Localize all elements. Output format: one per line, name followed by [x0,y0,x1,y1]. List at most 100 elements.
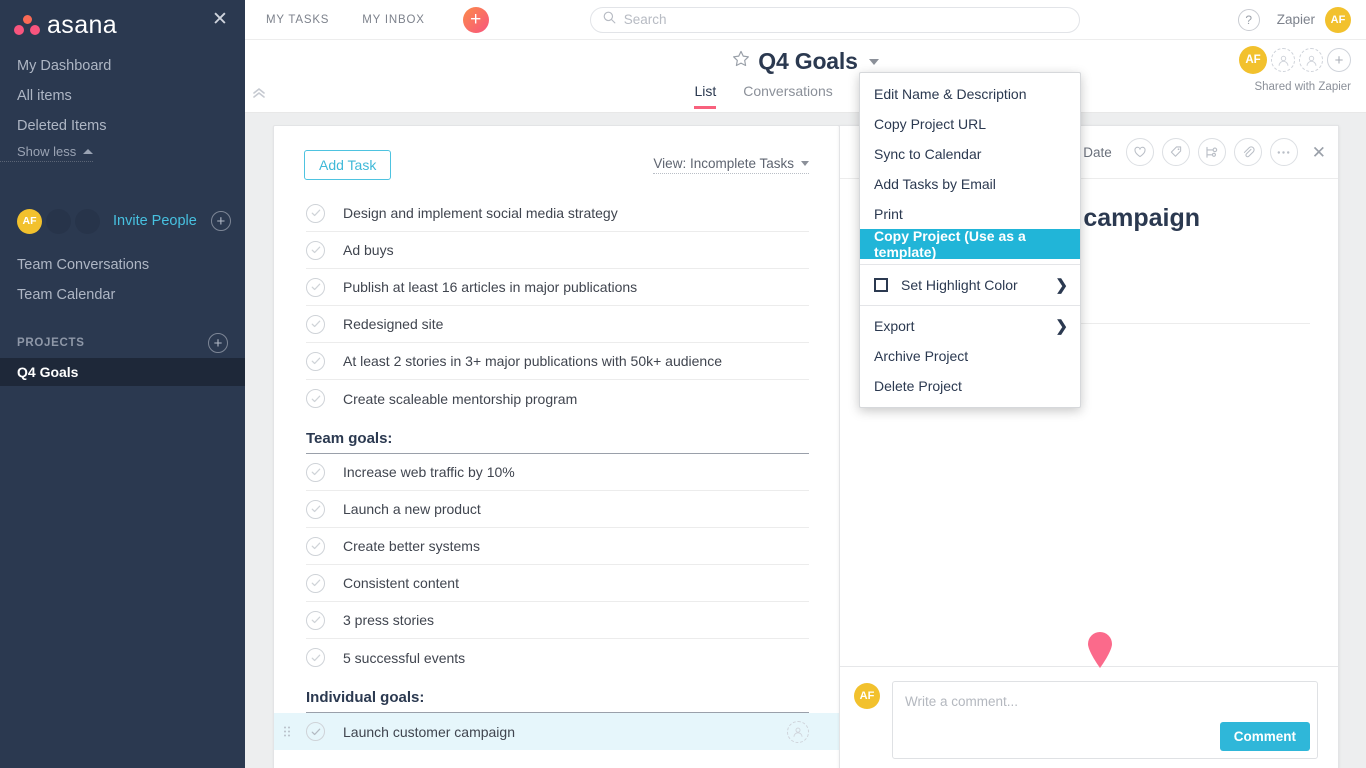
task-row[interactable]: At least 2 stories in 3+ major publicati… [306,343,809,380]
account-name[interactable]: Zapier [1277,12,1315,27]
attachment-icon[interactable] [1233,138,1262,166]
section-header-team-goals[interactable]: Team goals: [306,417,809,454]
task-complete-checkbox[interactable] [306,648,325,667]
search-bar[interactable] [589,6,1080,33]
task-row[interactable]: Redesigned site [306,306,809,343]
heart-icon[interactable] [1125,138,1154,166]
plus-icon[interactable]: + [210,211,231,231]
task-row[interactable]: Launch a new product [306,491,809,528]
star-icon[interactable] [732,50,750,73]
task-name: Consistent content [343,575,459,591]
menu-item-copy-project-template[interactable]: Copy Project (Use as a template) [860,228,1080,260]
task-complete-checkbox[interactable] [306,389,325,408]
menu-item-print[interactable]: Print [860,199,1080,229]
close-icon[interactable]: ✕ [211,10,229,29]
avatar-placeholder [75,208,100,234]
chevrons-up-icon[interactable] [252,88,266,98]
tag-icon[interactable] [1161,138,1190,166]
member-placeholder-icon[interactable] [1299,48,1323,72]
task-complete-checkbox[interactable] [306,722,325,741]
task-complete-checkbox[interactable] [306,277,325,297]
menu-item-set-highlight-color[interactable]: Set Highlight Color ❯ [860,270,1080,300]
menu-item-archive-project[interactable]: Archive Project [860,341,1080,371]
account-avatar[interactable]: AF [1325,6,1351,33]
nav-my-tasks[interactable]: MY TASKS [266,14,329,26]
sidebar-item-team-conversations[interactable]: Team Conversations [0,250,245,280]
menu-item-label: Export [874,318,915,334]
tab-conversations[interactable]: Conversations [743,83,833,109]
add-member-icon[interactable]: + [1327,48,1351,72]
share-status-label: Shared with Zapier [1254,81,1351,93]
task-row[interactable]: Increase web traffic by 10% [306,454,809,491]
subtask-icon[interactable] [1197,138,1226,166]
comment-submit-button[interactable]: Comment [1219,722,1310,751]
task-complete-checkbox[interactable] [306,203,325,223]
sidebar-item-deleted-items[interactable]: Deleted Items [0,111,245,141]
avatar-placeholder [46,208,71,234]
nav-my-inbox[interactable]: MY INBOX [362,14,424,26]
task-row[interactable]: Create better systems [306,528,809,565]
section-header-individual-goals[interactable]: Individual goals: [306,676,809,713]
task-row[interactable]: 5 successful events [306,639,809,676]
menu-item-edit-name-description[interactable]: Edit Name & Description [860,79,1080,109]
invite-people-link[interactable]: Invite People [113,213,197,229]
show-less-toggle[interactable]: Show less [0,144,94,162]
task-name: At least 2 stories in 3+ major publicati… [343,353,722,369]
sidebar-item-team-calendar[interactable]: Team Calendar [0,280,245,310]
task-complete-checkbox[interactable] [306,536,325,556]
menu-item-label: Delete Project [874,378,962,394]
task-row[interactable]: Create scaleable mentorship program [306,380,809,417]
task-name: Create scaleable mentorship program [343,390,578,407]
task-row[interactable]: Ad buys [306,232,809,269]
sidebar-item-all-items[interactable]: All items [0,81,245,111]
menu-item-copy-project-url[interactable]: Copy Project URL [860,109,1080,139]
tab-list[interactable]: List [694,83,717,109]
task-row[interactable]: Publish at least 16 articles in major pu… [306,269,809,306]
task-name: Ad buys [343,242,394,258]
task-complete-checkbox[interactable] [306,610,325,630]
chevron-right-icon: ❯ [1055,277,1068,294]
sidebar-logo[interactable]: asana ✕ [0,0,245,40]
drag-handle-icon[interactable] [284,726,292,737]
view-filter-dropdown[interactable]: View: Incomplete Tasks [653,156,809,174]
search-input[interactable] [623,12,1067,27]
sidebar-item-my-dashboard[interactable]: My Dashboard [0,51,245,81]
menu-item-add-tasks-by-email[interactable]: Add Tasks by Email [860,169,1080,199]
task-complete-checkbox[interactable] [306,573,325,593]
help-icon[interactable]: ? [1237,8,1260,31]
task-row[interactable]: Design and implement social media strate… [306,195,809,232]
avatar[interactable]: AF [1239,46,1267,74]
task-name: Design and implement social media strate… [343,205,618,221]
chevron-down-icon[interactable] [868,58,879,65]
task-complete-checkbox[interactable] [306,240,325,260]
task-name: Publish at least 16 articles in major pu… [343,279,638,295]
sidebar-item-label: My Dashboard [17,58,112,74]
chevron-up-icon [83,149,94,154]
member-placeholder-icon[interactable] [1271,48,1295,72]
share-avatars: AF + [1239,46,1351,74]
task-row[interactable]: Consistent content [306,565,809,602]
task-complete-checkbox[interactable] [306,462,325,482]
task-complete-checkbox[interactable] [306,314,325,334]
sidebar-project-q4-goals[interactable]: Q4 Goals [0,358,245,386]
add-task-button[interactable]: Add Task [304,150,392,180]
menu-item-delete-project[interactable]: Delete Project [860,371,1080,401]
share-block: AF + Shared with Zapier [1239,46,1351,93]
menu-item-export[interactable]: Export ❯ [860,311,1080,341]
task-complete-checkbox[interactable] [306,499,325,519]
task-row-selected[interactable]: Launch customer campaign [274,713,839,750]
asana-app-window: asana ✕ My Dashboard All items Deleted I… [0,0,1366,768]
menu-item-sync-to-calendar[interactable]: Sync to Calendar [860,139,1080,169]
task-row[interactable]: 3 press stories [306,602,809,639]
add-project-icon[interactable]: + [208,333,228,353]
highlight-color-checkbox[interactable] [874,278,888,292]
comment-input[interactable]: Write a comment... Comment [892,681,1318,759]
task-complete-checkbox[interactable] [306,351,325,371]
task-name: Increase web traffic by 10% [343,464,515,480]
close-detail-icon[interactable]: ✕ [1312,144,1326,161]
comment-composer: AF Write a comment... Comment [840,666,1338,768]
assignee-placeholder-icon[interactable] [787,720,809,743]
more-icon[interactable] [1269,138,1298,166]
avatar[interactable]: AF [17,208,42,234]
quick-add-button[interactable]: + [462,6,489,33]
